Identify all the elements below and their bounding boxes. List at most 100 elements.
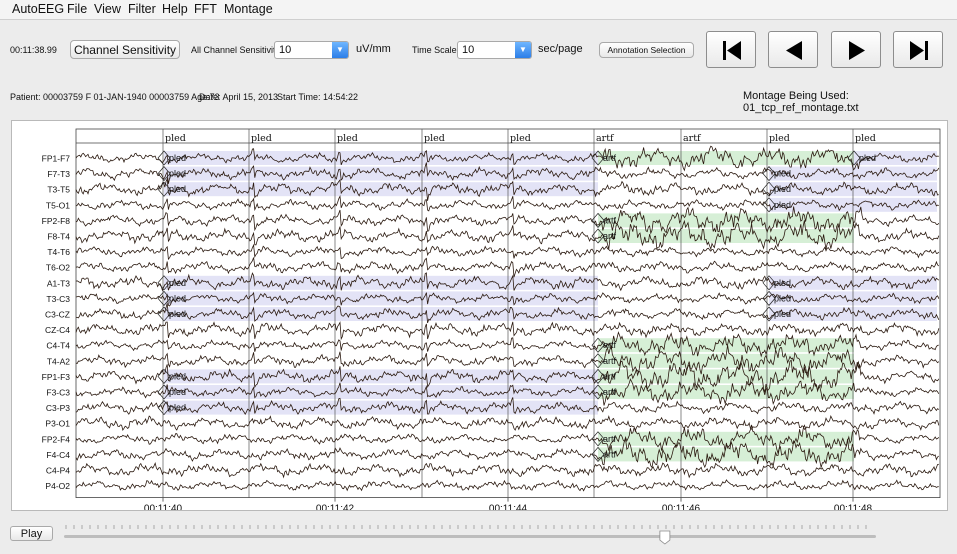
channel-label: FP2-F4 (42, 434, 71, 444)
eeg-plot-panel[interactable]: pled pled pled pled pled artf artf pled pled FP1-… (11, 120, 948, 511)
annotation-label[interactable]: artf (603, 340, 617, 350)
annotation-label[interactable]: artf (603, 153, 617, 163)
menu-filter[interactable]: Filter (128, 2, 156, 16)
marker-label[interactable]: pled (855, 133, 876, 144)
annotation-label[interactable]: pled (774, 293, 791, 303)
annotation-label[interactable]: artf (603, 215, 617, 225)
annotation-bands (164, 151, 937, 462)
chevron-down-icon: ▼ (515, 42, 531, 58)
eeg-waveform-plot[interactable]: pled pled pled pled pled artf artf pled pled FP1-… (12, 121, 947, 510)
channel-trace (75, 321, 940, 341)
time-scale-label: Time Scale (412, 45, 457, 55)
marker-label[interactable]: pled (165, 133, 186, 144)
time-label: 00:11:46 (662, 504, 701, 510)
menu-file[interactable]: File (67, 2, 87, 16)
channel-label: C4-P4 (46, 466, 70, 476)
channel-label: T4-A2 (47, 356, 70, 366)
annotation-label[interactable]: artf (603, 434, 617, 444)
pled-band[interactable] (164, 182, 598, 197)
pled-band[interactable] (164, 166, 598, 181)
clock-readout: 00:11:38.99 (10, 45, 57, 55)
annotation-label[interactable]: artf (603, 449, 617, 459)
menu-view[interactable]: View (94, 2, 121, 16)
marker-label[interactable]: artf (683, 133, 702, 144)
time-label: 00:11:40 (144, 504, 183, 510)
channel-label: FP1-F3 (42, 372, 71, 382)
channel-trace (75, 414, 940, 433)
channel-label: T3-C3 (46, 294, 70, 304)
annotation-label[interactable]: pled (774, 184, 791, 194)
annotation-label[interactable]: artf (603, 371, 617, 381)
time-label: 00:11:48 (834, 504, 873, 510)
channel-label: FP1-F7 (42, 154, 71, 164)
pled-band[interactable] (164, 291, 598, 306)
time-slider[interactable] (60, 522, 880, 550)
marker-label[interactable]: pled (769, 133, 790, 144)
channel-label: P3-O1 (45, 419, 70, 429)
annotation-label[interactable]: artf (603, 231, 617, 241)
play-button[interactable]: Play (10, 526, 53, 541)
pled-band[interactable] (164, 385, 598, 399)
start-time: Start Time: 14:54:22 (277, 92, 359, 102)
annotation-label[interactable]: pled (169, 278, 186, 288)
slider-track[interactable] (64, 535, 876, 538)
previous-icon (786, 41, 802, 60)
all-channel-sensitivity-label: All Channel Sensitivity (191, 45, 281, 55)
marker-label[interactable]: artf (596, 133, 615, 144)
annotation-label[interactable]: pled (169, 387, 186, 397)
sensitivity-value: 10 (279, 44, 292, 56)
channel-label: T6-O2 (46, 263, 70, 273)
channel-label: P4-O2 (45, 481, 70, 491)
time-scale-value: 10 (462, 44, 475, 56)
annotation-label[interactable]: pled (774, 200, 791, 210)
pled-band[interactable] (164, 307, 598, 321)
menu-help[interactable]: Help (162, 2, 188, 16)
previous-button[interactable] (768, 31, 818, 68)
skip-to-start-button[interactable] (706, 31, 756, 68)
time-axis: 00:11:40 00:11:42 00:11:44 00:11:46 00:11:48 (144, 497, 873, 510)
annotation-label[interactable]: pled (169, 153, 186, 163)
channel-label: T4-T6 (47, 247, 70, 257)
artf-band[interactable] (598, 369, 854, 384)
channel-trace (75, 479, 939, 492)
skip-to-end-button[interactable] (893, 31, 943, 68)
channel-trace (75, 257, 940, 278)
channel-label: F4-C4 (46, 450, 70, 460)
marker-label[interactable]: pled (510, 133, 531, 144)
annotation-label[interactable]: pled (169, 403, 186, 413)
time-scale-select[interactable]: 10 ▼ (457, 41, 532, 59)
annotation-label[interactable]: pled (169, 309, 186, 319)
marker-label[interactable]: pled (424, 133, 445, 144)
skip-to-end-icon (910, 41, 928, 60)
marker-label[interactable]: pled (251, 133, 272, 144)
annotation-label[interactable]: pled (169, 184, 186, 194)
channel-label: C4-T4 (46, 341, 70, 351)
menu-montage[interactable]: Montage (224, 2, 273, 16)
artf-band[interactable] (598, 151, 854, 165)
channel-label: F7-T3 (47, 169, 70, 179)
channel-labels: FP1-F7 F7-T3 T3-T5 T5-O1 FP2-F8 F8-T4 T4-T6 T6-… (42, 154, 71, 492)
annotation-label[interactable]: artf (603, 356, 617, 366)
annotation-label[interactable]: pled (774, 278, 791, 288)
patient-info: Patient: 00003759 F 01-JAN-1940 00003759… (10, 92, 220, 102)
annotation-label[interactable]: artf (603, 387, 617, 397)
menu-fft[interactable]: FFT (194, 2, 217, 16)
sensitivity-select[interactable]: 10 ▼ (274, 41, 349, 59)
slider-thumb[interactable] (659, 530, 671, 545)
sensitivity-unit: uV/mm (356, 43, 391, 55)
annotation-label[interactable]: pled (169, 293, 186, 303)
next-button[interactable] (831, 31, 881, 68)
channel-sensitivity-button[interactable]: Channel Sensitivity (70, 40, 180, 59)
annotation-selection-button[interactable]: Annotation Selection (599, 42, 694, 58)
annotation-label[interactable]: pled (859, 153, 876, 163)
skip-to-start-icon (723, 41, 741, 60)
montage-info: Montage Being Used: 01_tcp_ref_montage.t… (743, 90, 859, 114)
time-label: 00:11:44 (489, 504, 528, 510)
menu-app[interactable]: AutoEEG (12, 2, 64, 16)
annotation-label[interactable]: pled (169, 169, 186, 179)
pled-band[interactable] (164, 275, 598, 290)
annotation-label[interactable]: pled (169, 371, 186, 381)
annotation-label[interactable]: pled (774, 169, 791, 179)
marker-label[interactable]: pled (337, 133, 358, 144)
annotation-label[interactable]: pled (774, 309, 791, 319)
